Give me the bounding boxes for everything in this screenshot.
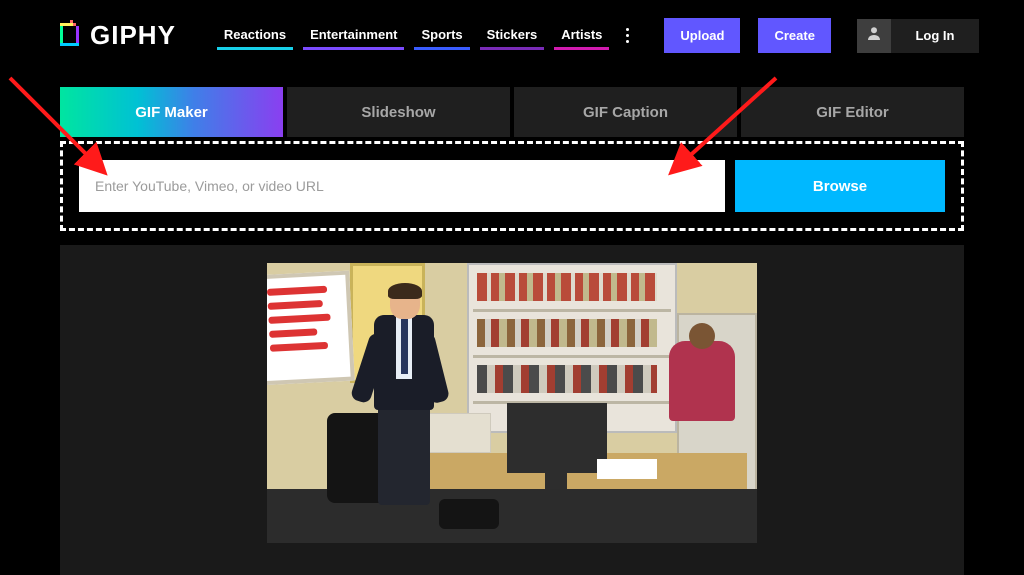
primary-nav: Reactions Entertainment Sports Stickers … <box>212 21 637 50</box>
nav-artists[interactable]: Artists <box>549 21 614 50</box>
nav-sports[interactable]: Sports <box>409 21 474 50</box>
nav-stickers[interactable]: Stickers <box>475 21 550 50</box>
upload-dropzone[interactable]: Browse <box>60 141 964 231</box>
tab-gif-editor[interactable]: GIF Editor <box>741 87 964 137</box>
video-preview <box>267 263 757 543</box>
user-icon <box>867 26 881 45</box>
upload-button[interactable]: Upload <box>664 18 740 53</box>
login-button[interactable]: Log In <box>891 19 979 53</box>
video-url-input[interactable] <box>79 160 725 212</box>
nav-entertainment[interactable]: Entertainment <box>298 21 409 50</box>
site-header: GIPHY Reactions Entertainment Sports Sti… <box>0 0 1024 65</box>
tab-gif-maker[interactable]: GIF Maker <box>60 87 283 137</box>
create-button[interactable]: Create <box>758 18 830 53</box>
logo-text: GIPHY <box>90 20 176 51</box>
creator-tabs: GIF Maker Slideshow GIF Caption GIF Edit… <box>0 65 1024 137</box>
nav-more-icon[interactable] <box>618 23 636 49</box>
browse-button[interactable]: Browse <box>735 160 945 212</box>
logo-icon <box>60 20 82 51</box>
tab-slideshow[interactable]: Slideshow <box>287 87 510 137</box>
preview-panel <box>60 245 964 575</box>
logo[interactable]: GIPHY <box>60 20 176 51</box>
user-area: Log In <box>857 19 979 53</box>
user-avatar-placeholder[interactable] <box>857 19 891 53</box>
nav-reactions[interactable]: Reactions <box>212 21 298 50</box>
tab-gif-caption[interactable]: GIF Caption <box>514 87 737 137</box>
